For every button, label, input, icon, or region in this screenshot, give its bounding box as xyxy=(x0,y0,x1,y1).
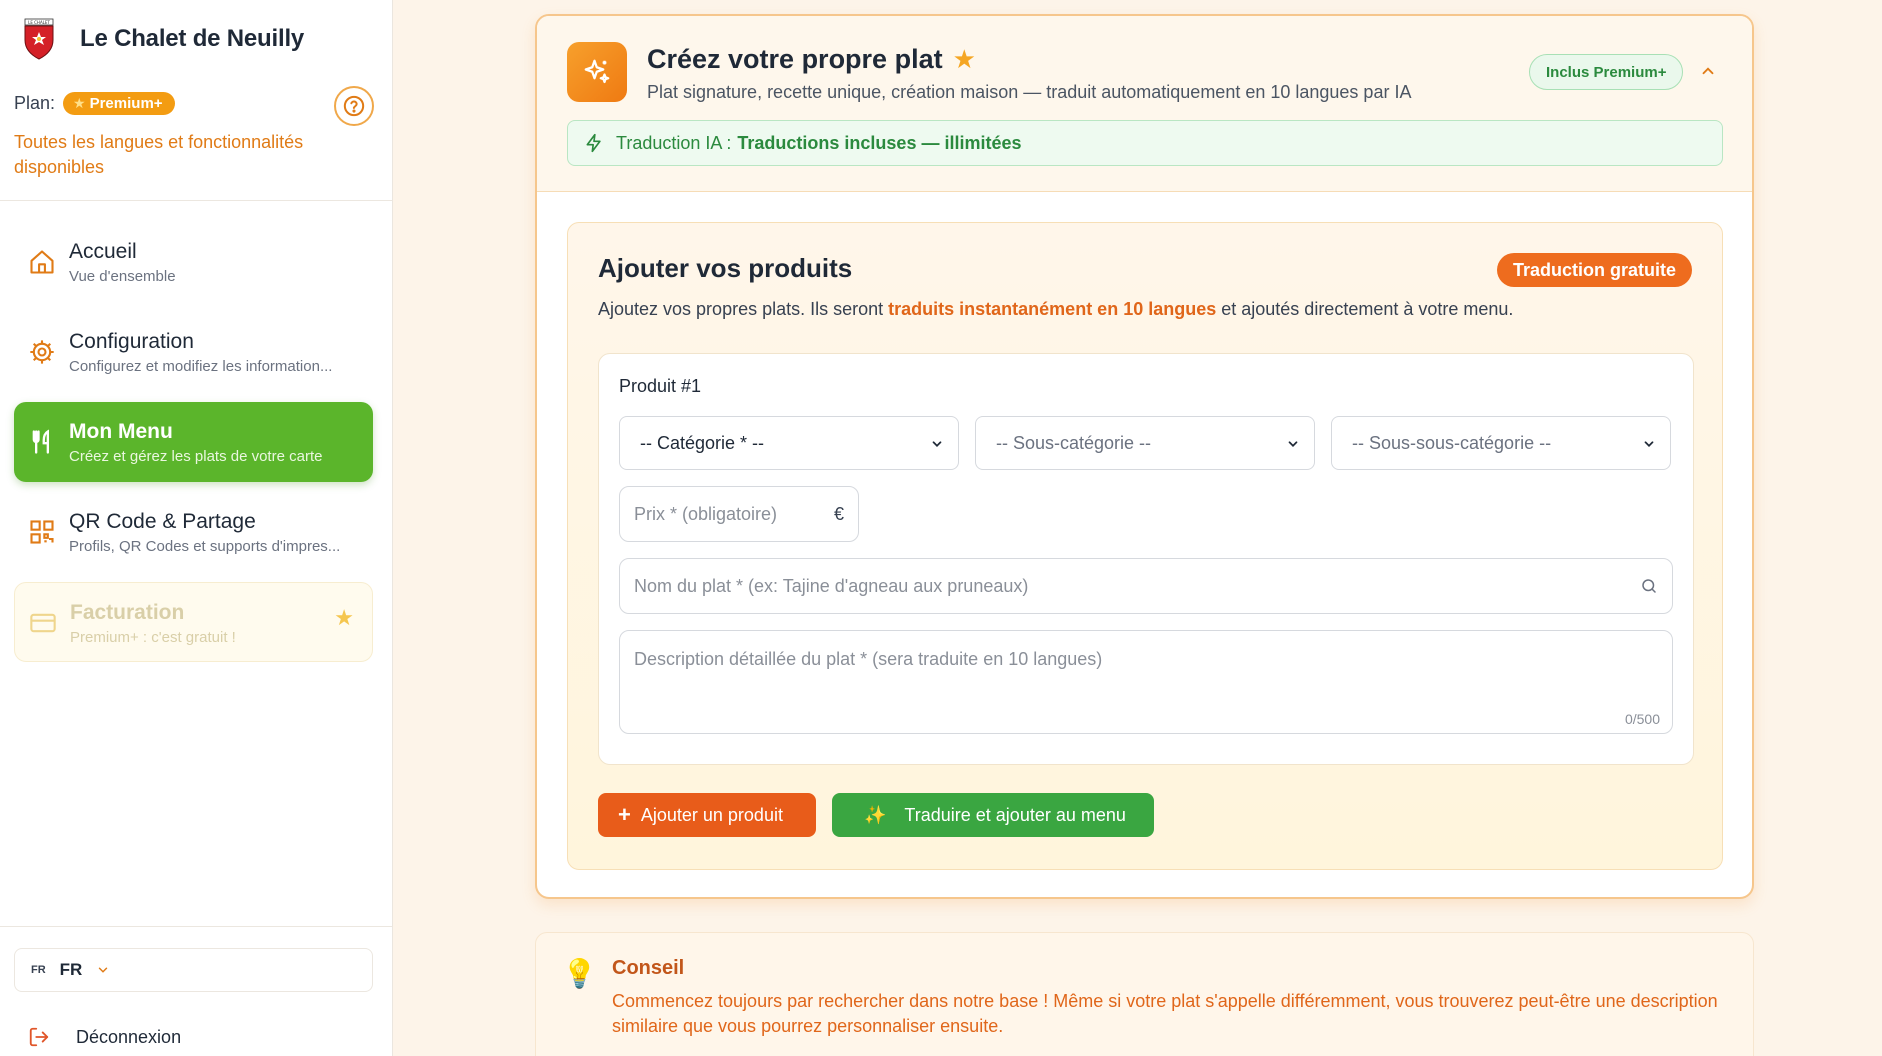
currency-symbol: € xyxy=(833,504,844,524)
sidebar-item-subtitle: Profils, QR Codes et supports d'impres..… xyxy=(69,538,341,555)
language-flag-code: FR xyxy=(31,964,46,976)
collapse-button[interactable] xyxy=(1699,62,1717,80)
restaurant-logo: LE CHALET xyxy=(22,18,56,60)
sidebar-nav: Accueil Vue d'ensemble Configuration Con… xyxy=(14,222,373,672)
category-select-value: -- Catégorie * -- xyxy=(640,432,765,453)
help-button[interactable] xyxy=(334,86,374,126)
plus-icon: + xyxy=(618,802,631,827)
sidebar-item-subtitle: Vue d'ensemble xyxy=(69,268,176,285)
included-premium-badge: Inclus Premium+ xyxy=(1529,54,1684,90)
add-product-button[interactable]: + Ajouter un produit xyxy=(598,793,816,837)
gear-icon xyxy=(30,340,54,364)
chevron-up-icon xyxy=(1702,67,1714,75)
panel-description-highlight: traduits instantanément en 10 langues xyxy=(888,299,1217,319)
add-products-panel: Ajouter vos produits Traduction gratuite… xyxy=(567,222,1723,870)
sidebar-item-subtitle: Premium+ : c'est gratuit ! xyxy=(70,629,236,646)
sidebar-item-accueil[interactable]: Accueil Vue d'ensemble xyxy=(14,222,373,302)
create-dish-card: Créez votre propre plat ★ Plat signature… xyxy=(535,14,1754,899)
home-icon xyxy=(30,250,54,274)
free-translation-badge: Traduction gratuite xyxy=(1496,253,1692,287)
translate-add-button[interactable]: ✨ Traduire et ajouter au menu xyxy=(832,793,1154,837)
panel-description: Ajoutez vos propres plats. Ils seront tr… xyxy=(598,299,1513,320)
question-icon xyxy=(343,95,365,117)
panel-description-start: Ajoutez vos propres plats. Ils seront xyxy=(598,299,884,319)
chevron-down-icon xyxy=(99,967,108,973)
plan-badge: ★ Premium+ xyxy=(63,92,175,115)
sidebar-item-subtitle: Configurez et modifiez les information..… xyxy=(69,358,333,375)
dish-description-placeholder: Description détaillée du plat * (sera tr… xyxy=(634,649,1103,669)
sidebar-item-title: QR Code & Partage xyxy=(69,510,256,533)
chevron-down-icon xyxy=(1644,441,1654,447)
sidebar-item-mon-menu[interactable]: Mon Menu Créez et gérez les plats de vot… xyxy=(14,402,373,482)
star-icon: ★ xyxy=(952,44,976,74)
sidebar-divider xyxy=(0,200,392,201)
dish-name-input[interactable]: Nom du plat * (ex: Tajine d'agneau aux p… xyxy=(619,558,1673,614)
chevron-down-icon xyxy=(932,441,942,447)
panel-title: Ajouter vos produits xyxy=(598,253,853,283)
svg-text:LE CHALET: LE CHALET xyxy=(28,20,50,25)
sparkles-icon: ✨ xyxy=(864,804,887,825)
price-input[interactable]: Prix * (obligatoire) € xyxy=(619,486,859,542)
credit-card-icon xyxy=(30,613,56,633)
tip-text: Commencez toujours par rechercher dans n… xyxy=(612,991,1718,1036)
utensils-icon xyxy=(32,429,49,454)
ai-translation-label: Traduction IA : xyxy=(616,132,732,153)
add-product-label: Ajouter un produit xyxy=(640,804,783,825)
subcategory-select[interactable]: -- Sous-catégorie -- xyxy=(975,416,1315,470)
sparkles-icon xyxy=(567,42,627,102)
panel-description-end: et ajoutés directement à votre menu. xyxy=(1221,299,1514,319)
ai-translation-value: Traductions incluses — illimitées xyxy=(737,132,1022,153)
sidebar-item-qr-code[interactable]: QR Code & Partage Profils, QR Codes et s… xyxy=(14,492,373,572)
logout-button[interactable]: Déconnexion xyxy=(28,1026,181,1048)
character-counter: 0/500 xyxy=(1624,711,1660,727)
product-form: Produit #1 -- Catégorie * -- -- Sous-cat… xyxy=(598,353,1694,765)
star-icon: ★ xyxy=(334,605,354,630)
sidebar-item-subtitle: Créez et gérez les plats de votre carte xyxy=(69,448,323,465)
sidebar-item-title: Configuration xyxy=(69,330,194,353)
subcategory-select-value: -- Sous-catégorie -- xyxy=(996,432,1152,453)
sidebar: LE CHALET Le Chalet de Neuilly Plan: ★ P… xyxy=(0,0,393,1056)
ai-translation-bar: Traduction IA : Traductions incluses — i… xyxy=(567,120,1723,166)
tip-title: Conseil xyxy=(612,957,685,979)
subsubcategory-select[interactable]: -- Sous-sous-catégorie -- xyxy=(1331,416,1671,470)
sidebar-item-title: Facturation xyxy=(70,601,185,624)
dish-name-placeholder: Nom du plat * (ex: Tajine d'agneau aux p… xyxy=(634,575,1029,596)
logout-label: Déconnexion xyxy=(76,1026,182,1047)
product-label: Produit #1 xyxy=(619,376,702,396)
bolt-icon xyxy=(586,133,601,153)
sidebar-item-title: Mon Menu xyxy=(69,420,173,443)
star-icon: ★ xyxy=(73,95,86,111)
plan-badge-label: Premium+ xyxy=(89,95,163,112)
category-select[interactable]: -- Catégorie * -- xyxy=(619,416,959,470)
price-placeholder: Prix * (obligatoire) xyxy=(634,503,778,524)
plan-label: Plan: xyxy=(14,93,56,113)
restaurant-name: Le Chalet de Neuilly xyxy=(80,25,305,52)
card-title-row: Créez votre propre plat ★ xyxy=(647,44,976,75)
translate-add-label: Traduire et ajouter au menu xyxy=(904,804,1126,825)
sidebar-divider xyxy=(0,926,392,927)
subsubcategory-select-value: -- Sous-sous-catégorie -- xyxy=(1352,432,1552,453)
sidebar-item-title: Accueil xyxy=(69,240,137,263)
dish-description-textarea[interactable]: Description détaillée du plat * (sera tr… xyxy=(619,630,1673,734)
language-select[interactable]: FR FR xyxy=(14,948,373,992)
plan-note: Toutes les langues et fonctionnalités di… xyxy=(14,132,304,177)
search-icon xyxy=(1642,579,1656,593)
plan-row: Plan: ★ Premium+ xyxy=(14,86,374,126)
chevron-down-icon xyxy=(1288,441,1298,447)
logout-icon xyxy=(29,1027,49,1047)
qrcode-icon xyxy=(30,520,54,544)
lightbulb-icon: 💡 xyxy=(562,958,597,989)
sidebar-item-configuration[interactable]: Configuration Configurez et modifiez les… xyxy=(14,312,373,392)
card-subtitle: Plat signature, recette unique, création… xyxy=(647,82,1412,102)
sidebar-item-facturation[interactable]: Facturation Premium+ : c'est gratuit ! ★ xyxy=(14,582,373,662)
tip-card: 💡 Conseil Commencez toujours par recherc… xyxy=(535,932,1754,1056)
brand[interactable]: LE CHALET Le Chalet de Neuilly xyxy=(22,18,304,60)
card-header: Créez votre propre plat ★ Plat signature… xyxy=(537,16,1752,192)
card-title: Créez votre propre plat xyxy=(647,44,943,74)
language-code: FR xyxy=(59,960,83,979)
